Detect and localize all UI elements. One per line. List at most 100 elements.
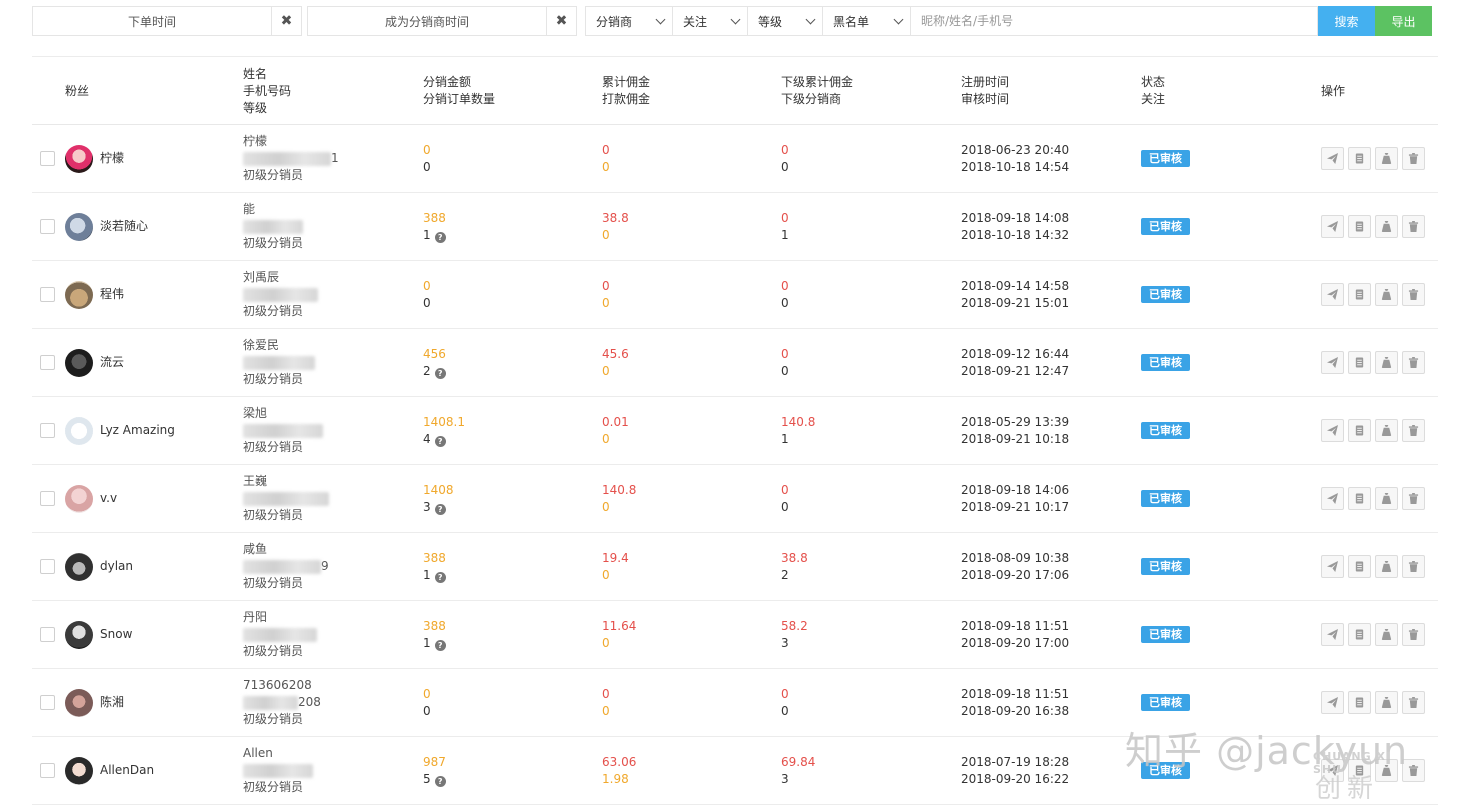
help-icon[interactable]: ? bbox=[434, 775, 446, 787]
avatar bbox=[65, 688, 93, 717]
sub-cell: 0 0 bbox=[781, 261, 789, 328]
status-badge: 已审核 bbox=[1141, 762, 1190, 779]
row-checkbox[interactable] bbox=[40, 423, 55, 438]
commission-cell: 19.4 0 bbox=[602, 533, 629, 600]
sub-count: 1 bbox=[781, 431, 789, 446]
distributor-time-clear-icon[interactable]: ✖ bbox=[547, 6, 577, 36]
real-name: 王巍 bbox=[243, 474, 268, 488]
level-select[interactable]: 等级 bbox=[748, 6, 823, 36]
row-checkbox[interactable] bbox=[40, 763, 55, 778]
detail-icon[interactable] bbox=[1348, 691, 1371, 714]
distribution-amount: 388 bbox=[423, 618, 446, 633]
money-bag-icon[interactable] bbox=[1375, 351, 1398, 374]
trash-icon[interactable] bbox=[1402, 623, 1425, 646]
money-bag-icon[interactable] bbox=[1375, 419, 1398, 442]
header-amount: 分销金额 分销订单数量 bbox=[423, 57, 495, 125]
detail-icon[interactable] bbox=[1348, 351, 1371, 374]
row-checkbox[interactable] bbox=[40, 491, 55, 506]
row-checkbox[interactable] bbox=[40, 355, 55, 370]
distributor-select[interactable]: 分销商 bbox=[585, 6, 673, 36]
name-cell: 王巍 初级分销员 bbox=[243, 465, 329, 532]
trash-icon[interactable] bbox=[1402, 691, 1425, 714]
help-icon[interactable]: ? bbox=[434, 503, 446, 515]
fan-cell: 流云 bbox=[65, 329, 124, 396]
order-count: 1? bbox=[423, 227, 446, 244]
trash-icon[interactable] bbox=[1402, 555, 1425, 578]
distribution-amount: 1408.1 bbox=[423, 414, 465, 429]
search-input[interactable] bbox=[921, 14, 1317, 28]
row-checkbox[interactable] bbox=[40, 627, 55, 642]
sub-commission: 0 bbox=[781, 278, 789, 293]
help-icon[interactable]: ? bbox=[434, 571, 446, 583]
money-bag-icon[interactable] bbox=[1375, 215, 1398, 238]
trash-icon[interactable] bbox=[1402, 487, 1425, 510]
follow-select[interactable]: 关注 bbox=[673, 6, 748, 36]
trash-icon[interactable] bbox=[1402, 759, 1425, 782]
money-bag-icon[interactable] bbox=[1375, 147, 1398, 170]
phone-redacted bbox=[243, 287, 318, 302]
trash-icon[interactable] bbox=[1402, 283, 1425, 306]
row-checkbox[interactable] bbox=[40, 287, 55, 302]
fan-nickname: Snow bbox=[100, 627, 133, 641]
detail-icon[interactable] bbox=[1348, 147, 1371, 170]
detail-icon[interactable] bbox=[1348, 419, 1371, 442]
header-status-label: 状态 bbox=[1141, 75, 1166, 89]
name-cell: 徐爱民 初级分销员 bbox=[243, 329, 315, 396]
level: 初级分销员 bbox=[243, 236, 304, 250]
send-icon[interactable] bbox=[1321, 419, 1344, 442]
real-name: 柠檬 bbox=[243, 134, 268, 148]
table-row: v.v 王巍 初级分销员 1408 3? 140.8 0 0 0 2018-09… bbox=[32, 465, 1438, 533]
help-icon[interactable]: ? bbox=[434, 367, 446, 379]
money-bag-icon[interactable] bbox=[1375, 555, 1398, 578]
send-icon[interactable] bbox=[1321, 351, 1344, 374]
money-bag-icon[interactable] bbox=[1375, 691, 1398, 714]
export-button[interactable]: 导出 bbox=[1375, 6, 1432, 36]
distributor-time-input[interactable]: 成为分销商时间 bbox=[307, 6, 547, 36]
order-time-clear-icon[interactable]: ✖ bbox=[272, 6, 302, 36]
order-time-input[interactable]: 下单时间 bbox=[32, 6, 272, 36]
real-name: 能 bbox=[243, 202, 256, 216]
row-checkbox[interactable] bbox=[40, 219, 55, 234]
search-button[interactable]: 搜索 bbox=[1318, 6, 1375, 36]
real-name: 梁旭 bbox=[243, 406, 268, 420]
send-icon[interactable] bbox=[1321, 487, 1344, 510]
phone: 9 bbox=[243, 558, 329, 575]
money-bag-icon[interactable] bbox=[1375, 487, 1398, 510]
trash-icon[interactable] bbox=[1402, 147, 1425, 170]
detail-icon[interactable] bbox=[1348, 283, 1371, 306]
sub-commission: 0 bbox=[781, 482, 789, 497]
send-icon[interactable] bbox=[1321, 215, 1344, 238]
help-icon[interactable]: ? bbox=[434, 435, 446, 447]
detail-icon[interactable] bbox=[1348, 759, 1371, 782]
blacklist-select[interactable]: 黑名单 bbox=[823, 6, 911, 36]
order-count: 1? bbox=[423, 567, 446, 584]
trash-icon[interactable] bbox=[1402, 215, 1425, 238]
sub-cell: 0 0 bbox=[781, 669, 789, 736]
distribution-amount: 0 bbox=[423, 278, 431, 293]
fan-cell: dylan bbox=[65, 533, 133, 600]
send-icon[interactable] bbox=[1321, 147, 1344, 170]
detail-icon[interactable] bbox=[1348, 555, 1371, 578]
money-bag-icon[interactable] bbox=[1375, 759, 1398, 782]
send-icon[interactable] bbox=[1321, 759, 1344, 782]
row-checkbox[interactable] bbox=[40, 559, 55, 574]
detail-icon[interactable] bbox=[1348, 487, 1371, 510]
money-bag-icon[interactable] bbox=[1375, 283, 1398, 306]
help-icon[interactable]: ? bbox=[434, 231, 446, 243]
help-icon[interactable]: ? bbox=[434, 639, 446, 651]
name-cell: 丹阳 初级分销员 bbox=[243, 601, 317, 668]
row-checkbox[interactable] bbox=[40, 695, 55, 710]
send-icon[interactable] bbox=[1321, 283, 1344, 306]
send-icon[interactable] bbox=[1321, 623, 1344, 646]
detail-icon[interactable] bbox=[1348, 215, 1371, 238]
send-icon[interactable] bbox=[1321, 691, 1344, 714]
total-commission: 63.06 bbox=[602, 754, 637, 769]
row-checkbox[interactable] bbox=[40, 151, 55, 166]
status-badge: 已审核 bbox=[1141, 694, 1190, 711]
fan-nickname: v.v bbox=[100, 491, 118, 505]
trash-icon[interactable] bbox=[1402, 419, 1425, 442]
detail-icon[interactable] bbox=[1348, 623, 1371, 646]
trash-icon[interactable] bbox=[1402, 351, 1425, 374]
send-icon[interactable] bbox=[1321, 555, 1344, 578]
money-bag-icon[interactable] bbox=[1375, 623, 1398, 646]
